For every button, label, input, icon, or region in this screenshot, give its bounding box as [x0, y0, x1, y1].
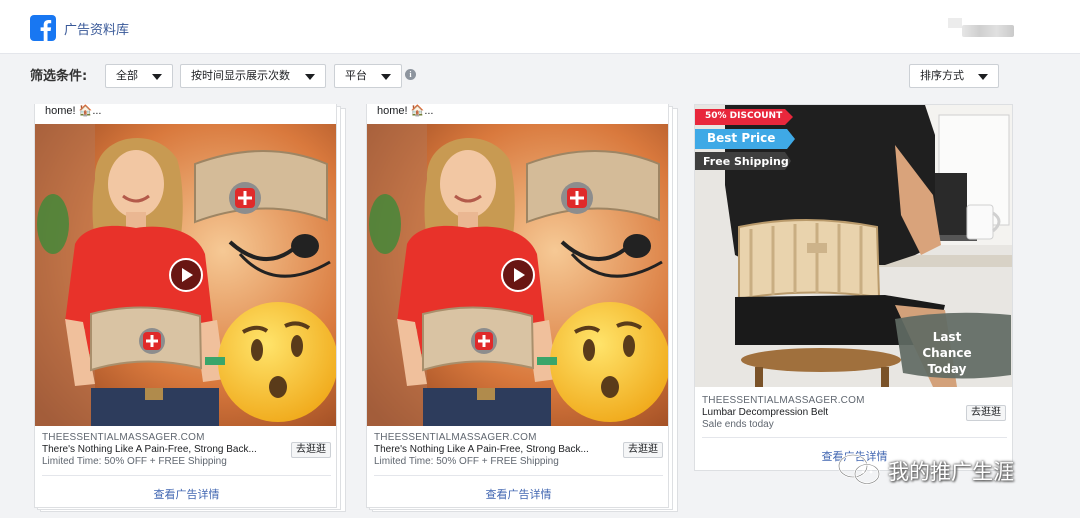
best-price-tag: Best Price	[707, 131, 776, 145]
ad-video-thumbnail[interactable]	[367, 124, 668, 426]
play-icon[interactable]	[169, 258, 203, 292]
wechat-logo-icon	[837, 453, 881, 485]
chevron-down-icon	[978, 74, 988, 80]
chevron-down-icon	[381, 74, 391, 80]
ad-card-stack-2: home! 🏠... THEESSENTIALMASSAGER.COM Ther…	[366, 104, 678, 514]
ad-card[interactable]: home! 🏠... THEESSENTIALMASSAGER.COM Ther…	[366, 104, 669, 508]
blurred-account-name[interactable]	[962, 25, 1014, 37]
ad-subline: Limited Time: 50% OFF + FREE Shipping	[374, 456, 559, 467]
ad-caption: home! 🏠...	[377, 104, 434, 117]
view-ad-details-link[interactable]: 查看广告详情	[35, 486, 338, 502]
sort-method-label: 排序方式	[920, 69, 964, 82]
ad-domain: THEESSENTIALMASSAGER.COM	[42, 432, 205, 443]
filter-all-label: 全部	[116, 69, 138, 82]
discount-tag: 50% DISCOUNT	[705, 111, 783, 121]
divider	[702, 437, 1007, 438]
ad-headline: There's Nothing Like A Pain-Free, Strong…	[374, 444, 589, 455]
ad-headline: There's Nothing Like A Pain-Free, Strong…	[42, 444, 257, 455]
ad-subline: Sale ends today	[702, 419, 774, 430]
sort-by-impressions-dropdown[interactable]: 按时间显示展示次数	[180, 64, 326, 88]
ad-library-title[interactable]: 广告资料库	[64, 19, 129, 38]
ad-caption-text: home! 🏠...	[377, 105, 434, 117]
ad-domain: THEESSENTIALMASSAGER.COM	[702, 395, 865, 406]
blurred-account-area	[948, 18, 962, 28]
filter-bar: 筛选条件: 全部 按时间显示展示次数 平台 i 排序方式	[0, 54, 1080, 98]
watermark-text: 我的推广生涯	[888, 460, 1014, 484]
ad-headline: Lumbar Decompression Belt	[702, 407, 829, 418]
divider	[374, 475, 663, 476]
ad-card-stack-3: 50% DISCOUNT Best Price Free Shipping La…	[694, 104, 1013, 474]
shop-now-button[interactable]: 去逛逛	[966, 405, 1006, 421]
sort-by-impressions-label: 按时间显示展示次数	[191, 69, 290, 82]
sort-method-dropdown[interactable]: 排序方式	[909, 64, 999, 88]
platform-dropdown[interactable]: 平台	[334, 64, 402, 88]
ad-card-stack-1: home! 🏠... THEESSENTIALMASSAGER.COM Ther…	[34, 104, 346, 514]
view-ad-details-link[interactable]: 查看广告详情	[367, 486, 670, 502]
ad-caption: home! 🏠...	[45, 104, 102, 117]
play-icon[interactable]	[501, 258, 535, 292]
last-chance-overlay: Last Chance Today	[922, 330, 972, 376]
shop-now-button[interactable]: 去逛逛	[623, 442, 663, 458]
shop-now-button[interactable]: 去逛逛	[291, 442, 331, 458]
ad-card[interactable]: home! 🏠... THEESSENTIALMASSAGER.COM Ther…	[34, 104, 337, 508]
ad-subline: Limited Time: 50% OFF + FREE Shipping	[42, 456, 227, 467]
ad-caption-text: home! 🏠...	[45, 105, 102, 117]
chevron-down-icon	[152, 74, 162, 80]
filter-all-dropdown[interactable]: 全部	[105, 64, 173, 88]
ad-domain: THEESSENTIALMASSAGER.COM	[374, 432, 537, 443]
free-shipping-tag: Free Shipping	[703, 155, 789, 168]
info-icon[interactable]: i	[405, 69, 416, 80]
facebook-logo-icon[interactable]	[30, 15, 56, 41]
ad-video-thumbnail[interactable]	[35, 124, 336, 426]
chevron-down-icon	[305, 74, 315, 80]
ad-card[interactable]: 50% DISCOUNT Best Price Free Shipping La…	[694, 104, 1013, 471]
platform-label: 平台	[345, 69, 367, 82]
wechat-watermark: 我的推广生涯	[836, 452, 1056, 488]
ad-image[interactable]: 50% DISCOUNT Best Price Free Shipping La…	[695, 105, 1012, 387]
filter-label: 筛选条件:	[30, 69, 88, 84]
divider	[42, 475, 331, 476]
top-header: 广告资料库	[0, 0, 1080, 54]
